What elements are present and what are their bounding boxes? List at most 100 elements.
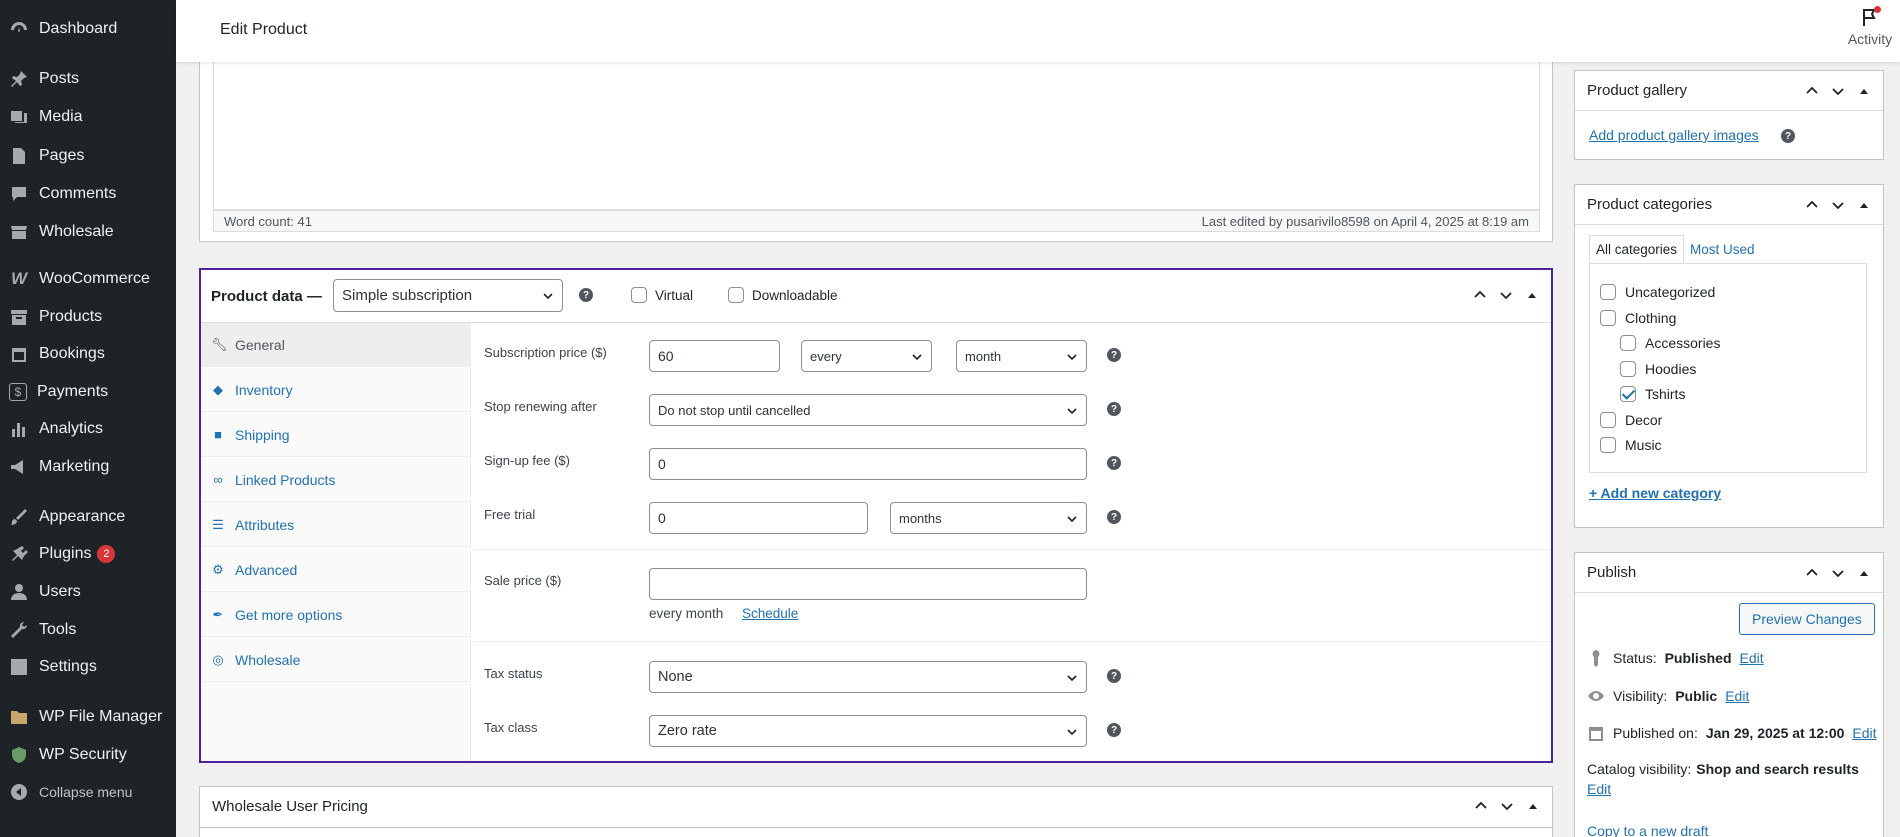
sidebar-item-users[interactable]: Users [0,576,176,608]
tab-most-used[interactable]: Most Used [1684,235,1761,263]
downloadable-checkbox-wrap[interactable]: Downloadable [728,287,838,303]
archive-icon [9,307,29,327]
free-trial-input[interactable]: 0 [649,502,868,534]
tab-general[interactable]: 🔧︎ General [201,323,471,367]
tab-advanced[interactable]: ⚙ Advanced [201,548,471,592]
edit-catalog-visibility-link[interactable]: Edit [1587,781,1611,797]
collapse-menu-button[interactable]: Collapse menu [0,776,176,808]
edit-published-date-link[interactable]: Edit [1852,725,1876,741]
category-checkbox[interactable] [1600,284,1616,300]
free-trial-period-select[interactable]: months [890,502,1087,534]
help-icon[interactable]: ? [1107,669,1121,683]
category-item[interactable]: Clothing [1600,310,1676,326]
triangle-up-icon[interactable] [1525,288,1539,302]
sidebar-item-payments[interactable]: $ Payments [0,376,176,408]
stop-renewing-select[interactable]: Do not stop until cancelled [649,394,1087,426]
sidebar-item-media[interactable]: Media [0,101,176,133]
triangle-up-icon[interactable] [1526,799,1540,813]
signup-fee-input[interactable]: 0 [649,448,1087,480]
tab-all-categories[interactable]: All categories [1589,235,1685,263]
category-checkbox[interactable] [1620,386,1636,402]
sidebar-item-dashboard[interactable]: Dashboard [0,13,176,45]
status-row: Status: Published Edit [1587,649,1764,667]
tab-get-more-options[interactable]: ✒ Get more options [201,593,471,637]
sidebar-item-plugins[interactable]: Plugins 2 [0,538,176,570]
add-gallery-images-link[interactable]: Add product gallery images [1589,127,1759,143]
chevron-down-icon[interactable] [1499,288,1513,302]
tab-attributes[interactable]: ☰ Attributes [201,503,471,547]
copy-to-draft-link[interactable]: Copy to a new draft [1587,823,1708,837]
sidebar-item-woocommerce[interactable]: W WooCommerce [0,263,176,295]
activity-button[interactable]: Activity [1840,6,1900,47]
sidebar-item-settings[interactable]: Settings [0,651,176,683]
virtual-checkbox[interactable] [631,287,647,303]
tax-status-select[interactable]: None [649,661,1087,693]
category-checkbox[interactable] [1600,437,1616,453]
content-editor-area[interactable] [213,62,1540,210]
product-type-select[interactable]: Simple subscription [333,279,563,312]
category-checkbox[interactable] [1600,412,1616,428]
chevron-down-icon[interactable] [1831,198,1845,212]
category-item[interactable]: Uncategorized [1600,284,1715,300]
sidebar-item-wholesale[interactable]: Wholesale [0,216,176,248]
panel-controls [1474,799,1540,813]
chart-bar-icon [9,419,29,439]
tab-linked-products[interactable]: ∞ Linked Products [201,458,471,502]
help-icon[interactable]: ? [1107,348,1121,362]
chevron-down-icon[interactable] [1500,799,1514,813]
category-checkbox[interactable] [1620,361,1636,377]
subscription-price-input[interactable]: 60 [649,340,780,372]
sale-price-input[interactable] [649,568,1087,600]
downloadable-checkbox[interactable] [728,287,744,303]
sidebar-item-label: Bookings [39,345,105,362]
wholesale-pricing-title: Wholesale User Pricing [212,798,368,815]
sidebar-item-bookings[interactable]: Bookings [0,338,176,370]
help-icon[interactable]: ? [1107,510,1121,524]
sidebar-item-pages[interactable]: Pages [0,140,176,172]
help-icon[interactable]: ? [1107,456,1121,470]
help-icon[interactable]: ? [1107,723,1121,737]
sidebar-item-appearance[interactable]: Appearance [0,501,176,533]
chevron-down-icon[interactable] [1831,566,1845,580]
schedule-link[interactable]: Schedule [742,606,798,621]
category-checkbox[interactable] [1600,310,1616,326]
help-icon[interactable]: ? [1107,402,1121,416]
help-icon[interactable]: ? [579,288,593,302]
sidebar-item-products[interactable]: Products [0,301,176,333]
edit-status-link[interactable]: Edit [1740,650,1764,666]
sidebar-item-analytics[interactable]: Analytics [0,413,176,445]
category-item[interactable]: Hoodies [1620,361,1696,377]
sidebar-item-tools[interactable]: Tools [0,614,176,646]
category-item[interactable]: Tshirts [1620,386,1685,402]
tab-wholesale[interactable]: ◎ Wholesale [201,638,471,682]
chevron-up-icon[interactable] [1805,84,1819,98]
category-item[interactable]: Accessories [1620,335,1720,351]
virtual-checkbox-wrap[interactable]: Virtual [631,287,693,303]
sidebar-item-comments[interactable]: Comments [0,178,176,210]
billing-interval-select[interactable]: every [801,340,932,372]
tax-class-select[interactable]: Zero rate [649,715,1087,747]
tab-shipping[interactable]: ■ Shipping [201,413,471,457]
chevron-down-icon[interactable] [1831,84,1845,98]
category-item[interactable]: Music [1600,437,1662,453]
help-icon[interactable]: ? [1781,129,1795,143]
triangle-up-icon[interactable] [1857,198,1871,212]
chevron-up-icon[interactable] [1474,799,1488,813]
category-checkbox[interactable] [1620,335,1636,351]
sidebar-item-posts[interactable]: Posts [0,63,176,95]
sidebar-item-marketing[interactable]: Marketing [0,451,176,483]
chevron-up-icon[interactable] [1473,288,1487,302]
chevron-up-icon[interactable] [1805,566,1819,580]
edit-visibility-link[interactable]: Edit [1725,688,1749,704]
triangle-up-icon[interactable] [1857,84,1871,98]
sidebar-item-wp-security[interactable]: WP Security [0,739,176,771]
tab-label: Attributes [235,516,295,533]
billing-period-select[interactable]: month [956,340,1087,372]
preview-changes-button[interactable]: Preview Changes [1739,603,1875,635]
category-item[interactable]: Decor [1600,412,1662,428]
sidebar-item-wp-file-manager[interactable]: WP File Manager [0,701,176,733]
triangle-up-icon[interactable] [1857,566,1871,580]
tab-inventory[interactable]: ◆ Inventory [201,368,471,412]
chevron-up-icon[interactable] [1805,198,1819,212]
add-new-category-link[interactable]: + Add new category [1589,485,1721,501]
